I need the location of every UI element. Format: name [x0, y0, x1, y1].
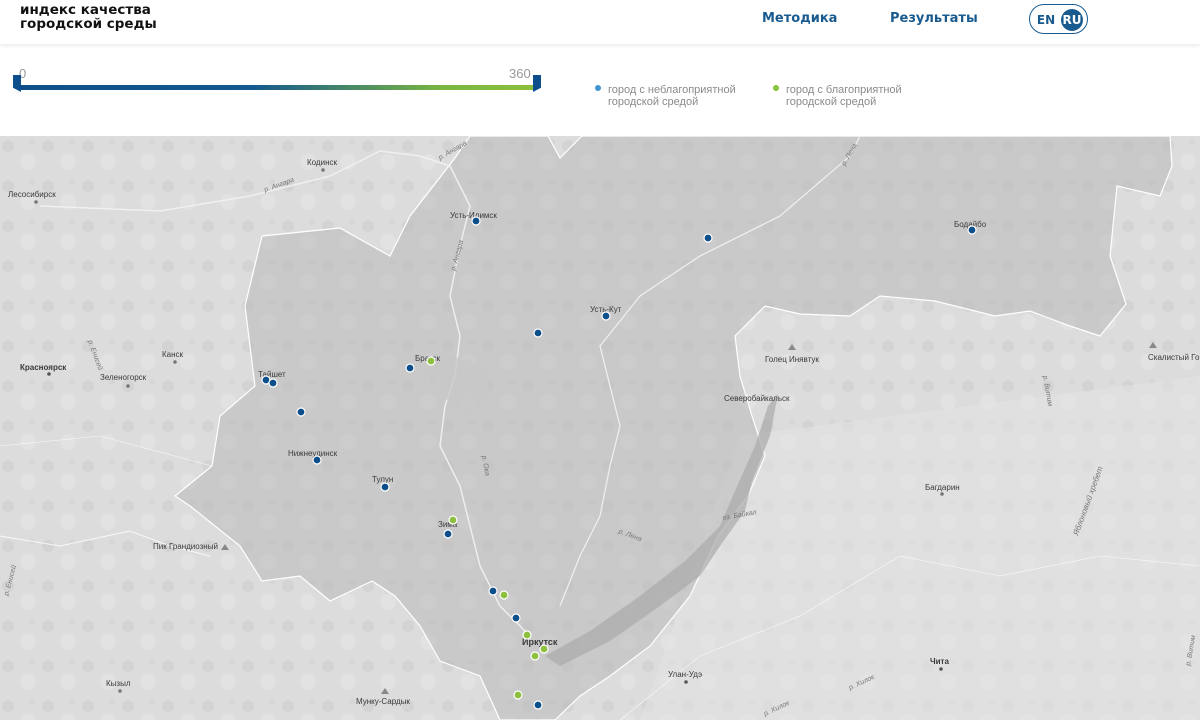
language-switcher[interactable]: EN RU [1029, 4, 1088, 34]
city-marker-unfavorable[interactable] [296, 407, 306, 417]
legend-unfavorable: город с неблагоприятной городской средой [595, 84, 758, 108]
city-label-ulan-ude: Улан-Удэ [668, 670, 702, 679]
city-marker-bodaibo[interactable] [967, 225, 977, 235]
city-marker-zima[interactable] [443, 529, 453, 539]
city-label-zelenogorsk: Зеленогорск [100, 373, 147, 382]
city-label-kodinsk: Кодинск [307, 158, 337, 167]
legend-panel: 0 360 город с неблагоприятной городской … [0, 44, 1200, 136]
city-marker [940, 492, 944, 496]
city-label-lesosibirsk: Лесосибирск [8, 190, 56, 199]
city-marker-favorable[interactable] [513, 690, 523, 700]
city-marker-irkutsk[interactable] [539, 644, 549, 654]
city-label-bagdarin: Багдарин [925, 483, 960, 492]
city-marker-ust-kut[interactable] [601, 311, 611, 321]
city-marker-unfavorable[interactable] [511, 613, 521, 623]
legend-favorable-label: город с благоприятной городской средой [786, 84, 902, 108]
legend-favorable: город с благоприятной городской средой [773, 84, 926, 108]
city-marker [47, 372, 51, 376]
nav-results-link[interactable]: Результаты [890, 11, 978, 26]
city-label-severobaikalsk: Северобайкальск [724, 394, 790, 403]
favorable-dot-icon [773, 85, 779, 91]
city-marker-ust-ilimsk[interactable] [471, 216, 481, 226]
top-header: индекс качества городской среды Методика… [0, 0, 1200, 44]
city-marker-nizhneudinsk[interactable] [312, 455, 322, 465]
nav-methodology-link[interactable]: Методика [762, 11, 837, 26]
city-marker-unfavorable[interactable] [533, 700, 543, 710]
city-marker [939, 667, 943, 671]
city-marker-favorable[interactable] [448, 515, 458, 525]
city-marker [118, 689, 122, 693]
city-marker [34, 200, 38, 204]
lang-en-button[interactable]: EN [1035, 9, 1057, 31]
city-marker-bratsk[interactable] [426, 356, 436, 366]
unfavorable-dot-icon [595, 85, 601, 91]
range-handle-min[interactable] [13, 75, 21, 92]
city-marker [173, 360, 177, 364]
city-marker-unfavorable[interactable] [533, 328, 543, 338]
city-label-munku: Мунку-Сардык [356, 697, 410, 706]
city-label-chita: Чита [930, 657, 949, 666]
city-marker [684, 680, 688, 684]
city-label-skalisty: Скалистый Го [1148, 353, 1200, 362]
city-marker-unfavorable[interactable] [405, 363, 415, 373]
range-handle-max[interactable] [533, 75, 541, 92]
lang-ru-button[interactable]: RU [1061, 9, 1083, 31]
city-marker-tulun[interactable] [380, 482, 390, 492]
city-label-nizhneudinsk: Нижнеудинск [288, 449, 338, 458]
legend-unfavorable-label: город с неблагоприятной городской средой [608, 84, 736, 108]
city-marker-favorable[interactable] [522, 630, 532, 640]
city-label-kansk: Канск [162, 350, 184, 359]
city-marker-unfavorable[interactable] [488, 586, 498, 596]
city-marker-unfavorable[interactable] [268, 378, 278, 388]
city-marker [126, 384, 130, 388]
region-map[interactable]: Кодинск Лесосибирск Усть-Илимск Бодайбо … [0, 136, 1200, 720]
site-logo[interactable]: индекс качества городской среды [20, 3, 157, 31]
city-marker-unfavorable[interactable] [703, 233, 713, 243]
city-label-tulun: Тулун [372, 475, 393, 484]
logo-line-2: городской среды [20, 16, 157, 32]
city-marker [321, 168, 325, 172]
city-label-kyzyl: Кызыл [106, 679, 131, 688]
map-canvas[interactable]: Кодинск Лесосибирск Усть-Илимск Бодайбо … [0, 136, 1200, 720]
city-label-pik: Пик Грандиозный [153, 542, 218, 551]
city-marker-favorable[interactable] [530, 651, 540, 661]
logo-line-1: индекс качества [20, 2, 151, 18]
scale-max-value: 360 [509, 66, 531, 81]
city-label-krasnoyarsk: Красноярск [20, 363, 67, 372]
index-range-slider[interactable] [18, 85, 536, 90]
city-label-golets: Голец Инявтук [765, 355, 819, 364]
city-marker-favorable[interactable] [499, 590, 509, 600]
